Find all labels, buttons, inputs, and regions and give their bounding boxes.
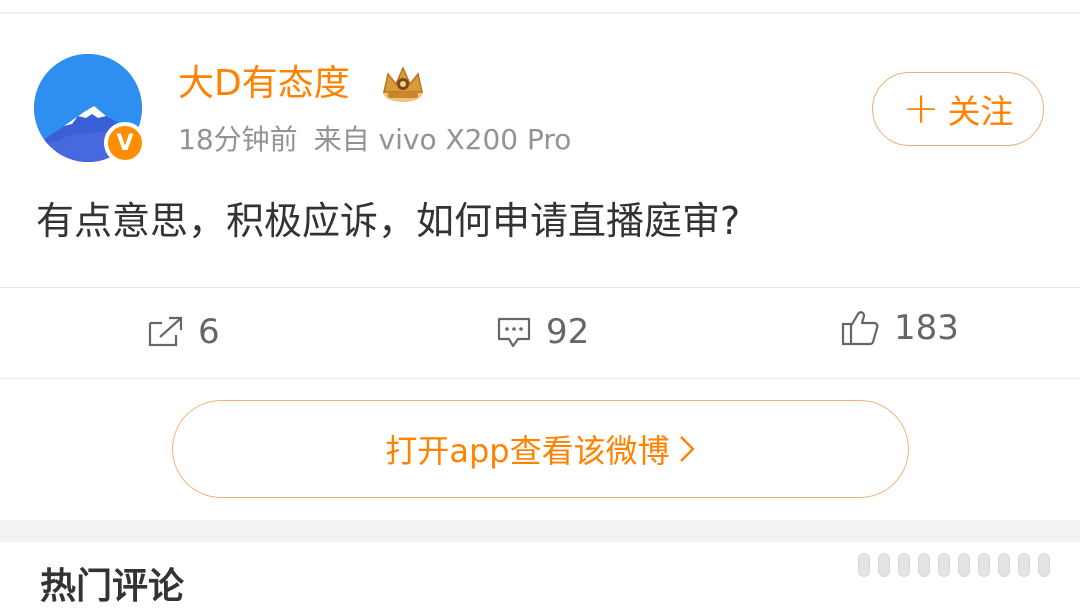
- chevron-right-icon: [679, 436, 695, 462]
- verified-badge-icon: V: [104, 122, 146, 164]
- crown-icon: [383, 66, 423, 102]
- avatar[interactable]: V: [34, 54, 146, 164]
- plus-icon: +: [902, 83, 940, 134]
- scroll-dot: [918, 553, 930, 577]
- thumbs-up-icon: [841, 311, 879, 346]
- comment-count: 92: [546, 312, 590, 352]
- post-source: 来自 vivo X200 Pro: [313, 123, 572, 156]
- username[interactable]: 大D有态度: [178, 62, 350, 106]
- scroll-dot: [938, 553, 950, 577]
- open-app-button[interactable]: 打开app查看该微博: [172, 400, 909, 498]
- scroll-dot: [1038, 553, 1050, 577]
- scroll-dot: [998, 553, 1010, 577]
- scroll-dot: [898, 553, 910, 577]
- comment-icon: [497, 317, 531, 348]
- scroll-dot: [1018, 553, 1030, 577]
- follow-label: 关注: [947, 92, 1014, 131]
- post-meta: 18分钟前 来自 vivo X200 Pro: [178, 120, 571, 160]
- scroll-dot: [978, 553, 990, 577]
- section-separator: [0, 520, 1080, 542]
- like-button[interactable]: 183: [840, 296, 959, 360]
- scroll-dot: [878, 553, 890, 577]
- divider: [0, 287, 1080, 288]
- post-text: 有点意思，积极应诉，如何申请直播庭审?: [36, 199, 741, 243]
- scroll-indicator: [858, 553, 1068, 579]
- comment-button[interactable]: 92: [496, 300, 589, 364]
- divider: [0, 378, 1080, 379]
- section-title: 热门评论: [40, 566, 185, 607]
- share-icon: [148, 316, 183, 347]
- repost-button[interactable]: 6: [146, 300, 220, 364]
- top-divider: [0, 12, 1080, 14]
- follow-button[interactable]: + 关注: [872, 72, 1044, 146]
- scroll-dot: [958, 553, 970, 577]
- open-app-label: 打开app查看该微博: [385, 432, 670, 470]
- time-ago: 18分钟前: [178, 123, 298, 156]
- scroll-dot: [858, 553, 870, 577]
- repost-count: 6: [198, 312, 220, 352]
- like-count: 183: [894, 308, 959, 348]
